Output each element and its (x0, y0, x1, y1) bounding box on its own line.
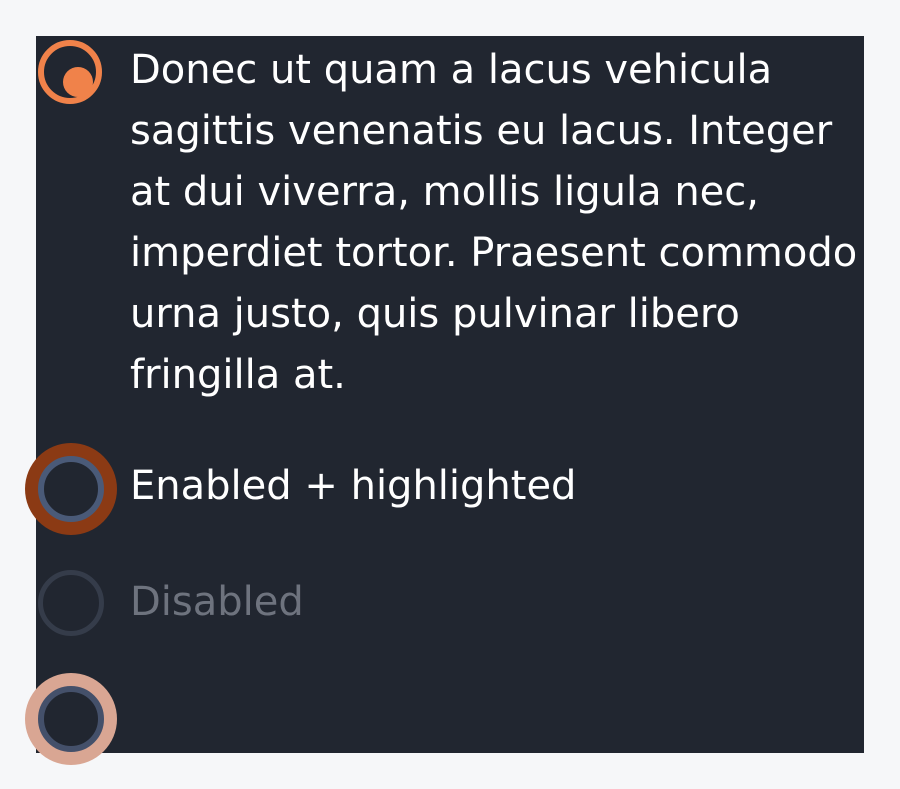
label-line: at dui viverra, mollis ligula nec, (130, 169, 759, 215)
radio-disabled-icon (38, 570, 104, 636)
radio-label: Enabled + highlighted (130, 463, 577, 509)
label-line: imperdiet tortor. Praesent commodo (130, 230, 858, 276)
label-line: urna justo, quis pulvinar libero (130, 291, 740, 337)
label-line: sagittis venenatis eu lacus. Integer (130, 108, 833, 154)
label-line: fringilla at. (130, 352, 346, 398)
radio-unchecked-icon[interactable] (38, 456, 104, 522)
radio-dot (63, 67, 93, 97)
radio-group-panel: Donec ut quam a lacus vehicula sagittis … (25, 36, 864, 765)
radio-unchecked-icon[interactable] (38, 686, 104, 752)
radio-label-disabled: Disabled (130, 579, 304, 625)
label-line: Donec ut quam a lacus vehicula (130, 47, 773, 93)
radio-checked-icon[interactable] (38, 40, 102, 104)
radio-label-long: Donec ut quam a lacus vehicula sagittis … (130, 40, 857, 406)
